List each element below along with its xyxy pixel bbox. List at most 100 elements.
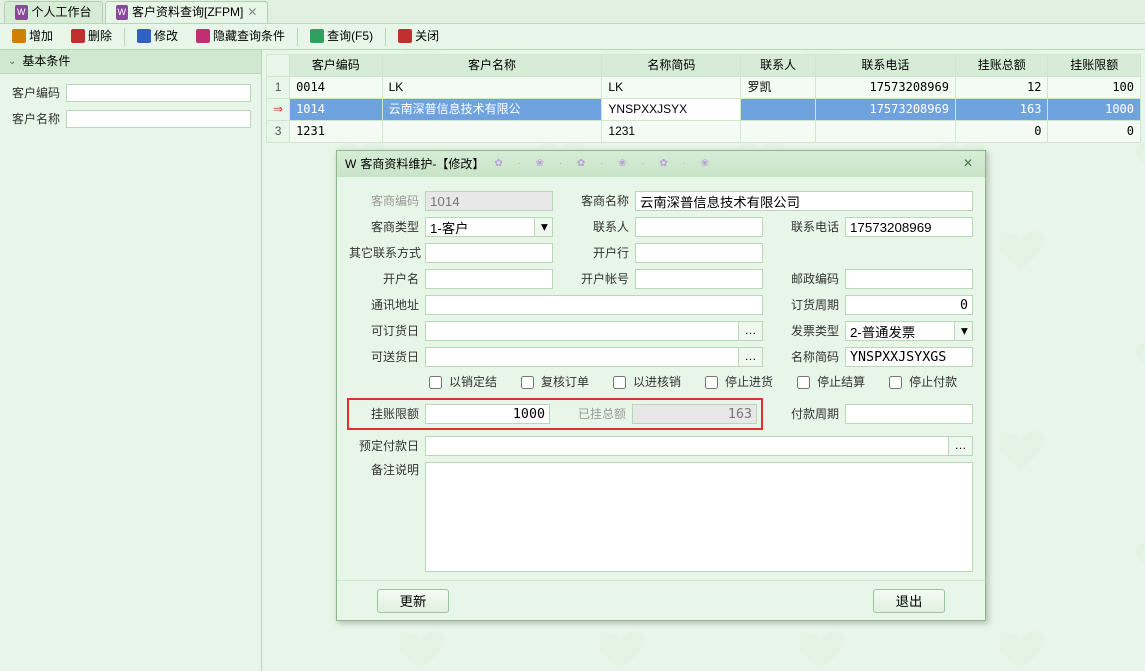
cell[interactable]: 1231 bbox=[602, 121, 741, 143]
cell[interactable]: YNSPXXJSYX bbox=[602, 99, 741, 121]
column-header[interactable]: 联系人 bbox=[741, 55, 815, 77]
dialog-titlebar[interactable]: W 客商资料维护-【修改】 ✿ · ❀ · ✿ · ❀ · ✿ · ❀ ✕ bbox=[337, 151, 985, 177]
dialog-form: 客商编码 客商名称 客商类型 ▾ 联系人 联系电话 其它联系方式 开户行 开户名… bbox=[349, 191, 973, 572]
label-contact: 联系人 bbox=[559, 219, 629, 236]
cell[interactable]: 100 bbox=[1048, 77, 1141, 99]
field-name[interactable] bbox=[635, 191, 973, 211]
cell[interactable]: 0 bbox=[1048, 121, 1141, 143]
table-row[interactable]: 31231123100 bbox=[267, 121, 1141, 143]
cell[interactable] bbox=[741, 99, 815, 121]
field-type[interactable]: ▾ bbox=[425, 217, 553, 237]
filter-label: 客户编码 bbox=[10, 85, 60, 102]
field-phone[interactable] bbox=[845, 217, 973, 237]
field-ordcycle[interactable] bbox=[845, 295, 973, 315]
field-paydate[interactable]: … bbox=[425, 436, 973, 456]
column-header[interactable]: 客户编码 bbox=[290, 55, 383, 77]
update-button[interactable]: 更新 bbox=[377, 589, 449, 613]
column-header[interactable]: 挂账限额 bbox=[1048, 55, 1141, 77]
tab-workbench[interactable]: W 个人工作台 bbox=[4, 1, 103, 23]
search-icon bbox=[310, 29, 324, 43]
label-paycycle: 付款周期 bbox=[769, 406, 839, 423]
table-row[interactable]: ⇒1014云南深普信息技术有限公YNSPXXJSYX 17573208969163… bbox=[267, 99, 1141, 121]
close-button[interactable]: 关闭 bbox=[392, 26, 445, 47]
tab-label: 个人工作台 bbox=[32, 4, 92, 21]
cell[interactable] bbox=[815, 121, 955, 143]
column-header[interactable]: 联系电话 bbox=[815, 55, 955, 77]
add-button[interactable]: 增加 bbox=[6, 26, 59, 47]
label-invtype: 发票类型 bbox=[769, 323, 839, 340]
exit-button[interactable]: 退出 bbox=[873, 589, 945, 613]
delete-button[interactable]: 删除 bbox=[65, 26, 118, 47]
column-header[interactable]: 挂账总额 bbox=[955, 55, 1048, 77]
checkbox-stop-purchase[interactable]: 停止进货 bbox=[701, 373, 773, 392]
cell[interactable] bbox=[382, 121, 602, 143]
dropdown-icon[interactable]: ▾ bbox=[955, 321, 973, 341]
tab-customer-query[interactable]: W 客户资料查询[ZFPM] ✕ bbox=[105, 1, 269, 23]
cell[interactable]: 12 bbox=[955, 77, 1048, 99]
checkbox-charge-in[interactable]: 以进核销 bbox=[609, 373, 681, 392]
table-row[interactable]: 10014LKLK罗凯1757320896912100 bbox=[267, 77, 1141, 99]
field-other[interactable] bbox=[425, 243, 553, 263]
tab-strip: W 个人工作台 W 客户资料查询[ZFPM] ✕ bbox=[0, 0, 1145, 24]
hide-button[interactable]: 隐藏查询条件 bbox=[190, 26, 291, 47]
picker-icon[interactable]: … bbox=[949, 436, 973, 456]
checkbox-input[interactable] bbox=[521, 376, 534, 389]
cell[interactable]: 0 bbox=[955, 121, 1048, 143]
field-remark[interactable] bbox=[425, 462, 973, 572]
field-bank[interactable] bbox=[635, 243, 763, 263]
cell[interactable]: LK bbox=[602, 77, 741, 99]
cust-name-input[interactable] bbox=[66, 110, 251, 128]
field-paycycle[interactable] bbox=[845, 404, 973, 424]
cell[interactable]: 1000 bbox=[1048, 99, 1141, 121]
cell[interactable]: LK bbox=[382, 77, 602, 99]
checkbox-input[interactable] bbox=[889, 376, 902, 389]
row-number: 3 bbox=[267, 121, 290, 143]
app-icon: W bbox=[116, 5, 129, 20]
checkbox-input[interactable] bbox=[797, 376, 810, 389]
checkbox-stop-pay[interactable]: 停止付款 bbox=[885, 373, 957, 392]
cell[interactable]: 罗凯 bbox=[741, 77, 815, 99]
panel-header[interactable]: ⌄ 基本条件 bbox=[0, 50, 261, 74]
field-orddate[interactable]: … bbox=[425, 321, 763, 341]
checkbox-settle-by-sale[interactable]: 以销定结 bbox=[425, 373, 497, 392]
cell[interactable]: 0014 bbox=[290, 77, 383, 99]
close-icon[interactable]: ✕ bbox=[247, 4, 257, 21]
checkbox-input[interactable] bbox=[429, 376, 442, 389]
data-grid[interactable]: 客户编码客户名称名称简码联系人联系电话挂账总额挂账限额 10014LKLK罗凯1… bbox=[266, 54, 1141, 143]
checkbox-stop-settle[interactable]: 停止结算 bbox=[793, 373, 865, 392]
checkbox-input[interactable] bbox=[613, 376, 626, 389]
close-icon[interactable]: ✕ bbox=[963, 155, 979, 171]
cell[interactable]: 17573208969 bbox=[815, 77, 955, 99]
cell[interactable]: 1231 bbox=[290, 121, 383, 143]
field-limit[interactable] bbox=[425, 404, 550, 424]
field-shipdate[interactable]: … bbox=[425, 347, 763, 367]
separator bbox=[124, 28, 125, 46]
field-code bbox=[425, 191, 553, 211]
field-post[interactable] bbox=[845, 269, 973, 289]
edit-button[interactable]: 修改 bbox=[131, 26, 184, 47]
close-icon bbox=[398, 29, 412, 43]
cell[interactable]: 17573208969 bbox=[815, 99, 955, 121]
field-invtype[interactable]: ▾ bbox=[845, 321, 973, 341]
cust-code-input[interactable] bbox=[66, 84, 251, 102]
picker-icon[interactable]: … bbox=[739, 321, 763, 341]
cell[interactable]: 163 bbox=[955, 99, 1048, 121]
column-header[interactable]: 名称简码 bbox=[602, 55, 741, 77]
checkbox-input[interactable] bbox=[705, 376, 718, 389]
cell[interactable]: 云南深普信息技术有限公 bbox=[382, 99, 602, 121]
dropdown-icon[interactable]: ▾ bbox=[535, 217, 553, 237]
query-button[interactable]: 查询(F5) bbox=[304, 26, 379, 47]
cell[interactable]: 1014 bbox=[290, 99, 383, 121]
field-addr[interactable] bbox=[425, 295, 763, 315]
field-acctname[interactable] bbox=[425, 269, 553, 289]
checkbox-review-order[interactable]: 复核订单 bbox=[517, 373, 589, 392]
picker-icon[interactable]: … bbox=[739, 347, 763, 367]
separator bbox=[385, 28, 386, 46]
label-ordcycle: 订货周期 bbox=[769, 297, 839, 314]
field-abbr[interactable] bbox=[845, 347, 973, 367]
row-number: ⇒ bbox=[267, 99, 290, 121]
field-contact[interactable] bbox=[635, 217, 763, 237]
cell[interactable] bbox=[741, 121, 815, 143]
column-header[interactable]: 客户名称 bbox=[382, 55, 602, 77]
field-acctno[interactable] bbox=[635, 269, 763, 289]
